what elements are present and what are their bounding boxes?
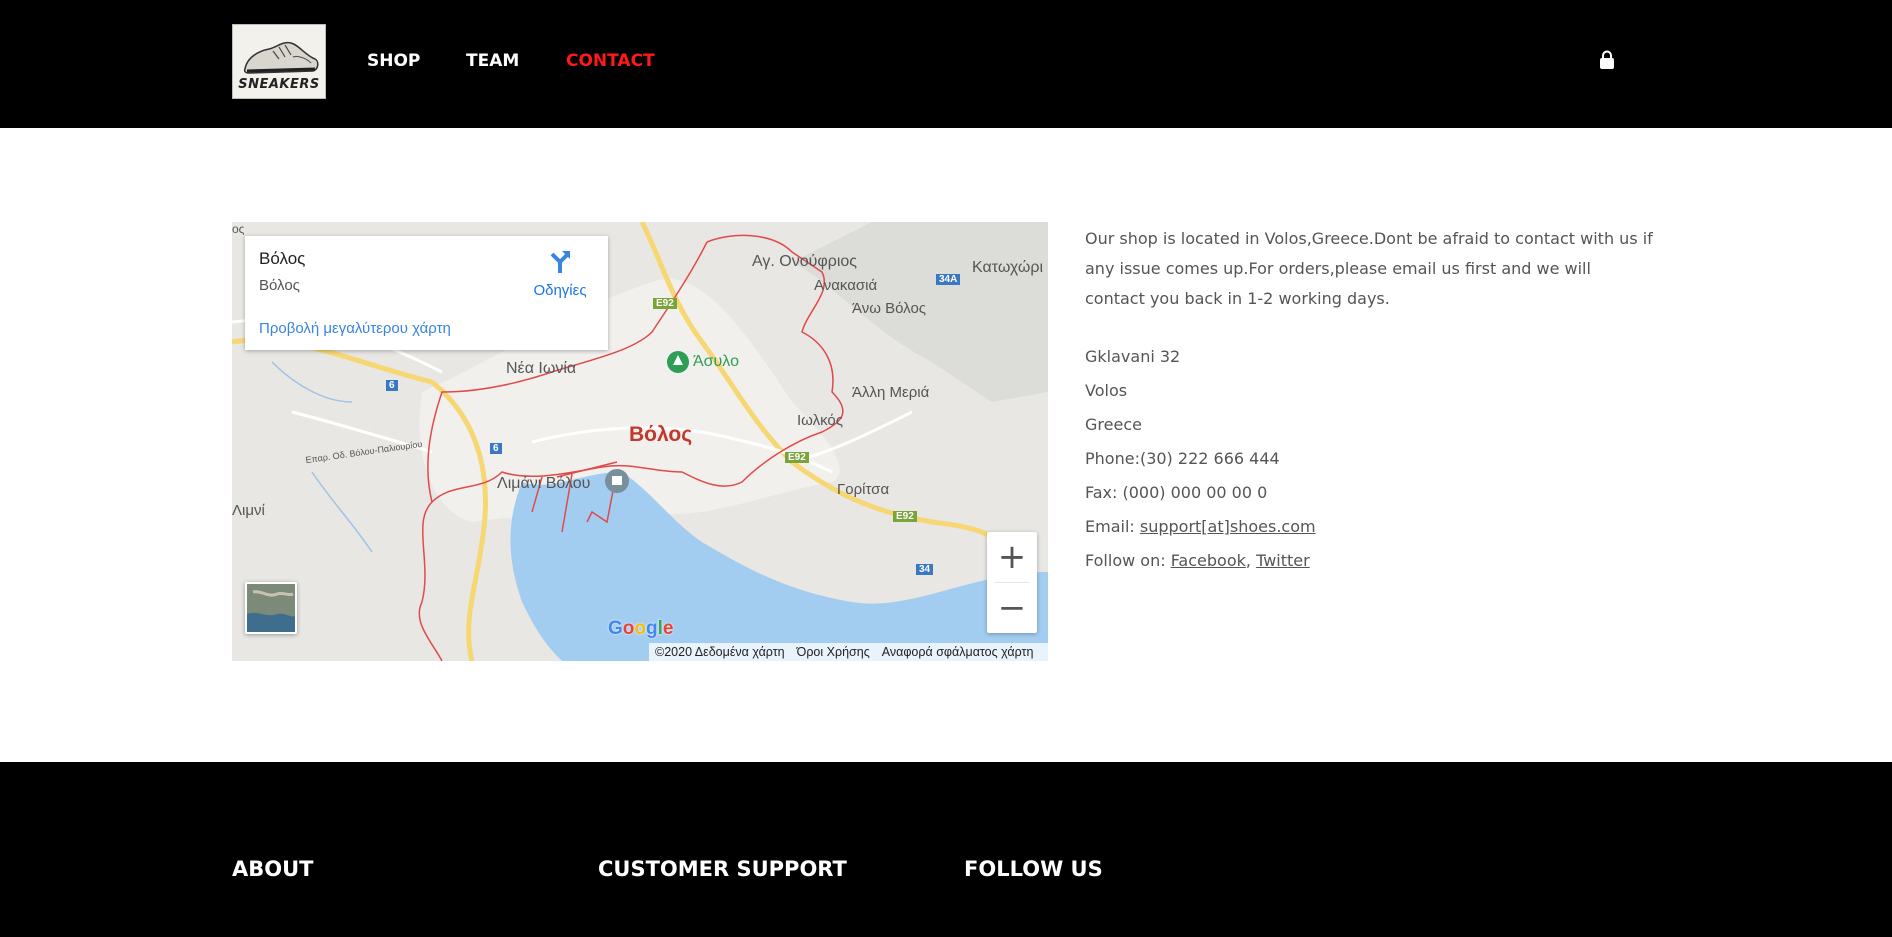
nav-contact[interactable]: CONTACT [566, 51, 655, 71]
label-alli-meria: Άλλη Μεριά [852, 384, 930, 401]
label-iolkos: Ιωλκός [797, 412, 843, 429]
google-map[interactable]: ος Νέα Ιωνία Άσυλο Αγ. Ονούφριος Ανακασι… [232, 222, 1048, 661]
zoom-out-button[interactable]: − [987, 583, 1037, 633]
shield-e92-b: E92 [785, 452, 809, 463]
satellite-toggle[interactable] [245, 582, 297, 634]
email-link[interactable]: support[at]shoes.com [1140, 517, 1316, 536]
map-place-card: Βόλος Βόλος Οδηγίες Προβολή μεγαλύτερου … [245, 236, 608, 350]
attribution-data: ©2020 Δεδομένα χάρτη [655, 645, 785, 659]
description-text: Our shop is located in Volos,Greece.Dont… [1085, 229, 1653, 308]
label-ano-volos: Άνω Βόλος [852, 300, 927, 317]
site-footer: ABOUT CUSTOMER SUPPORT FOLLOW US [0, 762, 1892, 937]
logo-text: SNEAKERS [238, 77, 320, 92]
map-attribution: ©2020 Δεδομένα χάρτη Όροι Χρήσης Αναφορά… [649, 643, 1048, 661]
shield-e92-c: E92 [893, 511, 917, 522]
address-country: Greece [1085, 415, 1142, 434]
email-line: Email: support[at]shoes.com [1085, 517, 1316, 536]
address-city: Volos [1085, 381, 1128, 400]
larger-map-link[interactable]: Προβολή μεγαλύτερου χάρτη [259, 320, 451, 337]
nav-team[interactable]: TEAM [466, 51, 519, 71]
address-street: Gklavani 32 [1085, 347, 1181, 366]
zoom-in-button[interactable]: + [987, 532, 1037, 582]
shield-34: 34 [916, 564, 934, 575]
shield-34a: 34A [936, 274, 961, 285]
directions-label: Οδηγίες [533, 282, 587, 299]
label-nea-ionia: Νέα Ιωνία [506, 360, 577, 377]
zoom-control: + − [987, 532, 1037, 633]
facebook-link[interactable]: Facebook [1171, 551, 1246, 570]
phone-text: Phone:(30) 222 666 444 [1085, 449, 1280, 468]
place-title: Βόλος [259, 249, 306, 268]
follow-separator: , [1245, 551, 1251, 570]
follow-prefix: Follow on: [1085, 551, 1171, 570]
twitter-link[interactable]: Twitter [1256, 551, 1310, 570]
email-prefix: Email: [1085, 517, 1140, 536]
label-ag-onoufrios: Αγ. Ονούφριος [752, 253, 858, 270]
google-logo: Google [608, 618, 674, 639]
footer-customer-support-heading: CUSTOMER SUPPORT [598, 857, 847, 881]
label-limni: Λιμνί [232, 502, 265, 519]
label-katochori: Κατωχώρι [972, 259, 1043, 276]
shield-6a: 6 [386, 380, 398, 391]
fax-text: Fax: (000) 000 00 00 0 [1085, 483, 1268, 502]
place-subtitle: Βόλος [259, 277, 300, 294]
label-goritsa: Γορίτσα [837, 481, 890, 498]
footer-about-heading: ABOUT [232, 857, 314, 881]
satellite-thumbnail-icon [247, 584, 295, 632]
label-anakasia: Ανακασιά [814, 277, 878, 294]
follow-line: Follow on: Facebook, Twitter [1085, 551, 1310, 570]
directions-icon [550, 251, 570, 273]
sneakers-logo[interactable]: SNEAKERS [232, 24, 326, 99]
label-port: Λιμάνι Βόλου [497, 475, 591, 492]
label-city: Βόλος [629, 423, 693, 446]
label-asylo: Άσυλο [693, 353, 739, 370]
shield-e92-a: E92 [653, 298, 677, 309]
directions-button[interactable]: Οδηγίες [525, 248, 595, 299]
footer-follow-us-heading: FOLLOW US [964, 857, 1103, 881]
attribution-terms[interactable]: Όροι Χρήσης [791, 645, 876, 659]
attribution-report[interactable]: Αναφορά σφάλματος χάρτη [876, 645, 1040, 659]
nav-shop[interactable]: SHOP [367, 51, 420, 71]
shield-6b: 6 [490, 443, 502, 454]
site-header: SNEAKERS SHOP TEAM CONTACT [0, 0, 1892, 128]
contact-description: Our shop is located in Volos,Greece.Dont… [1085, 224, 1655, 314]
shopping-bag-icon[interactable] [1597, 50, 1617, 70]
